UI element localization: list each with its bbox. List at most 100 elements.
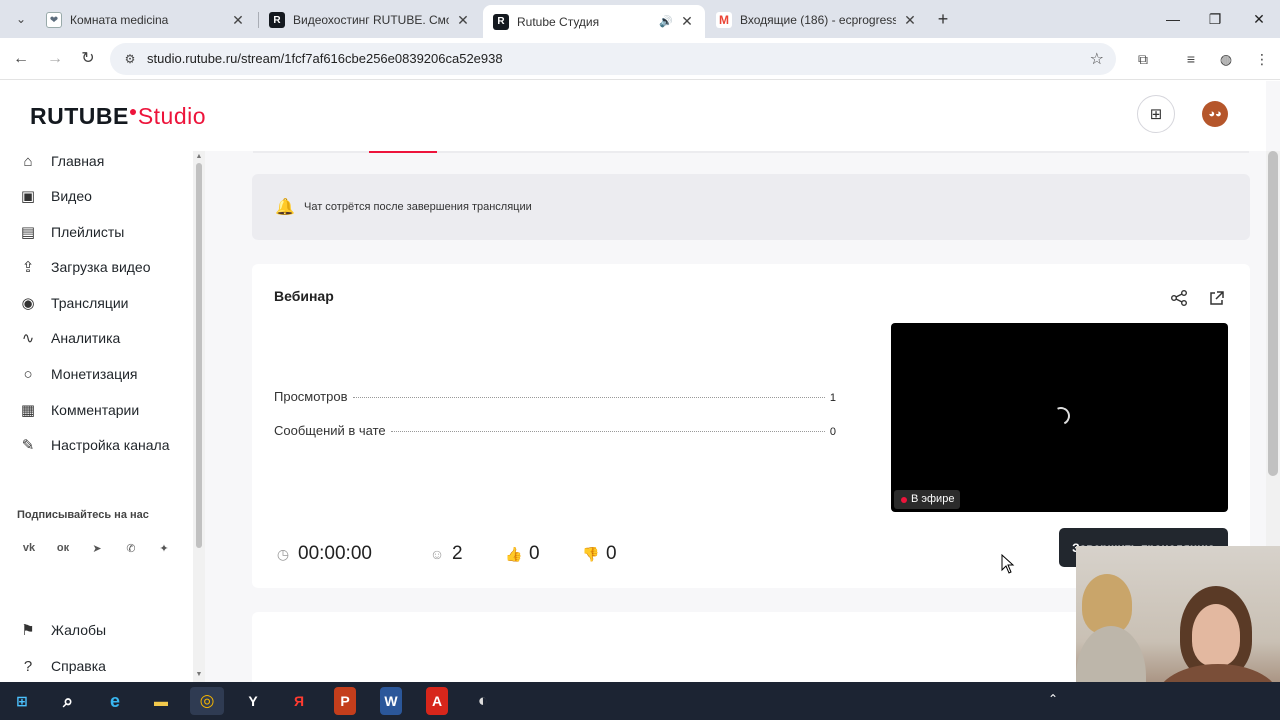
rutube-favicon-icon: R [493, 13, 509, 30]
webcam-person-left-head [1082, 574, 1132, 634]
help-icon: ? [23, 657, 33, 675]
tab-close-icon[interactable]: ✕ [902, 12, 918, 29]
sidebar-item-label: Аналитика [51, 330, 121, 346]
sidebar-scroll-thumb[interactable] [196, 163, 202, 548]
sidebar-item-label: Трансляции [51, 295, 129, 311]
tab-title: Rutube Студия [517, 14, 600, 29]
tab-close-icon[interactable]: ✕ [455, 12, 471, 29]
explorer-app[interactable]: ▬ [144, 687, 178, 715]
sidebar-item-channel-settings[interactable]: ✎ Настройка канала [18, 431, 170, 459]
sidebar-item-comments[interactable]: ▦ Комментарии [18, 396, 139, 424]
browser-tab-3-active[interactable]: R Rutube Студия 🔊 ✕ [483, 5, 705, 38]
logo-studio-text: Studio [137, 103, 207, 129]
sidebar-item-label: Видео [51, 188, 92, 204]
video-player[interactable]: В эфире [891, 323, 1228, 512]
tray-chevron-up-icon[interactable]: ⌃ [1048, 692, 1058, 706]
sidebar-item-label: Справка [51, 658, 106, 674]
back-arrow-icon[interactable]: ← [9, 47, 33, 71]
add-content-button[interactable]: ⊞ [1137, 95, 1175, 133]
share-icon[interactable] [1169, 288, 1189, 308]
edge-app[interactable]: e [98, 687, 132, 715]
thumbs-down-icon: 👎 [582, 545, 600, 562]
tab-title: Видеохостинг RUTUBE. Смотр... [293, 13, 449, 27]
rutube-favicon-icon: R [269, 12, 285, 28]
tab-title: Комната medicina [70, 13, 169, 27]
tab-search-chevron-icon[interactable]: ⌄ [10, 9, 32, 29]
tab-close-icon[interactable]: ✕ [679, 13, 695, 30]
sidebar-item-upload[interactable]: ⇪ Загрузка видео [18, 253, 151, 281]
speaker-icon[interactable]: 🔊 [659, 15, 673, 28]
sidebar-item-analytics[interactable]: ∿ Аналитика [18, 324, 121, 352]
url-text[interactable]: studio.rutube.ru/stream/1fcf7af616cbe256… [147, 51, 503, 66]
minimize-icon[interactable]: — [1158, 8, 1188, 30]
sidebar-item-home[interactable]: ⌂ Главная [18, 147, 104, 175]
new-tab-plus-icon[interactable]: + [932, 8, 954, 30]
viewers-metric: ☺ 2 [428, 540, 463, 568]
telegram-icon[interactable]: ➤ [86, 537, 108, 559]
coin-icon: ○ [23, 365, 33, 383]
heart-favicon-icon: ❤ [46, 12, 62, 28]
ok-icon[interactable]: ок [52, 537, 74, 559]
vk-icon[interactable]: vk [18, 537, 40, 559]
scroll-up-arrow-icon[interactable]: ▲ [195, 153, 203, 160]
user-icon: ☺ [429, 546, 445, 562]
yandex-app[interactable]: Я [282, 687, 316, 715]
follow-us-heading: Подписывайтесь на нас [17, 509, 149, 521]
thumbs-up-icon: 👍 [505, 545, 523, 562]
tab-close-icon[interactable]: ✕ [230, 12, 246, 29]
address-bar[interactable]: ⚙ studio.rutube.ru/stream/1fcf7af616cbe2… [110, 43, 1116, 75]
acrobat-app[interactable]: A [426, 687, 448, 715]
live-label: В эфире [911, 493, 955, 505]
stream-title: Вебинар [274, 288, 334, 304]
site-info-icon[interactable]: ⚙ [122, 51, 138, 67]
browser-menu-icon[interactable]: ⋮ [1252, 49, 1272, 69]
media-controls-icon[interactable]: ≡ [1181, 49, 1201, 69]
views-label: Просмотров [274, 389, 348, 404]
chrome-app[interactable]: ◎ [190, 687, 224, 715]
scroll-down-arrow-icon[interactable]: ▼ [195, 671, 203, 678]
browser-tab-1[interactable]: ❤ Комната medicina ✕ [36, 5, 256, 35]
stream-card: Вебинар Просмотров 1 Сообщений в чате 0 [252, 264, 1250, 588]
powerpoint-app[interactable]: P [334, 687, 356, 715]
views-stat-row: Просмотров 1 [274, 389, 836, 407]
chart-icon: ∿ [21, 330, 35, 347]
bookmark-star-icon[interactable]: ☆ [1090, 49, 1104, 69]
close-window-icon[interactable]: ✕ [1244, 8, 1274, 30]
sidebar-item-help[interactable]: ? Справка [18, 652, 106, 680]
sidebar-item-playlists[interactable]: ▤ Плейлисты [18, 218, 124, 246]
reload-icon[interactable]: ↻ [76, 47, 100, 71]
browser-tab-4[interactable]: M Входящие (186) - ecprogress@ ✕ [706, 5, 928, 35]
sidebar-item-broadcasts[interactable]: ◉ Трансляции [18, 289, 128, 317]
chat-messages-value: 0 [829, 426, 836, 438]
start-button[interactable]: ⊞ [5, 687, 39, 715]
rutube-studio-logo[interactable]: RUTUBE●Studio [30, 103, 206, 130]
profile-icon[interactable]: ◍ [1216, 49, 1236, 69]
dislikes-value: 0 [606, 543, 617, 564]
word-app[interactable]: W [380, 687, 402, 715]
browser-toolbar: ← → ↻ ⚙ studio.rutube.ru/stream/1fcf7af6… [0, 38, 1280, 80]
browser-tab-2[interactable]: R Видеохостинг RUTUBE. Смотр... ✕ [259, 5, 481, 35]
sidebar-item-monetization[interactable]: ○ Монетизация [18, 360, 137, 388]
open-external-icon[interactable] [1206, 288, 1226, 308]
viber-icon[interactable]: ✆ [120, 537, 142, 559]
sidebar-item-label: Комментарии [51, 402, 140, 418]
obs-app[interactable]: ◐ [466, 687, 500, 715]
sidebar-item-video[interactable]: ▣ Видео [18, 182, 92, 210]
live-badge: В эфире [894, 490, 961, 509]
sidebar-scrollbar[interactable]: ▲ ▼ [193, 151, 205, 682]
sidebar-item-complaints[interactable]: ⚑ Жалобы [18, 616, 106, 644]
search-button[interactable]: ⌕ [51, 687, 85, 715]
more-icon[interactable]: ✦ [153, 537, 175, 559]
avatar[interactable]: ◕◕ [1202, 101, 1228, 127]
loading-spinner-icon [1049, 404, 1073, 428]
restore-icon[interactable]: ❐ [1200, 8, 1230, 30]
notice-text: Чат сотрётся после завершения трансляции [304, 201, 532, 213]
sidebar: ⌂ Главная ▣ Видео ▤ Плейлисты ⇪ Загрузка… [0, 151, 205, 682]
upload-icon: ⇪ [21, 259, 35, 276]
views-value: 1 [829, 392, 836, 404]
likes-metric: 👍 0 [505, 540, 539, 568]
page-scroll-thumb[interactable] [1268, 151, 1278, 476]
yandex-browser-app[interactable]: Y [236, 687, 270, 715]
forward-arrow-icon[interactable]: → [43, 47, 67, 71]
extensions-icon[interactable]: ⧉ [1133, 49, 1153, 69]
